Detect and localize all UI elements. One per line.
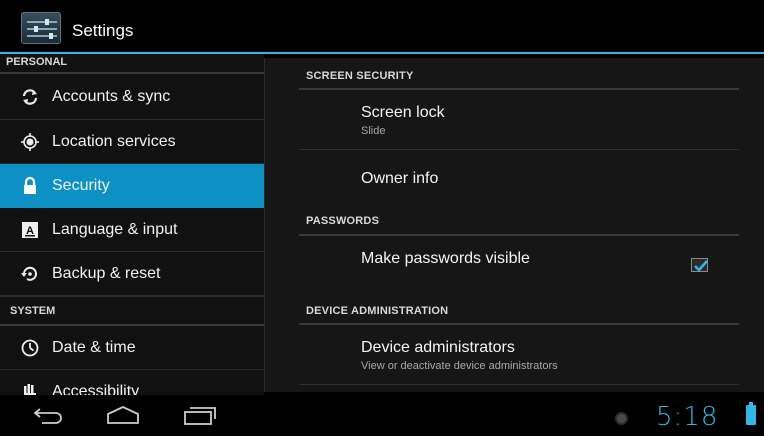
sidebar-item-accounts-sync[interactable]: Accounts & sync — [0, 74, 264, 120]
location-icon — [0, 132, 52, 152]
status-clock[interactable]: 5:18 — [656, 402, 718, 432]
sidebar-item-label: Accounts & sync — [52, 87, 171, 105]
row-divider — [299, 384, 739, 385]
sidebar-item-location-services[interactable]: Location services — [0, 120, 264, 164]
sidebar-item-label: Security — [52, 176, 110, 194]
sidebar-item-label: Date & time — [52, 338, 136, 356]
pref-summary: Slide — [361, 125, 386, 137]
home-icon[interactable] — [105, 405, 141, 430]
pref-title: Device administrators — [361, 339, 515, 356]
sidebar-item-security[interactable]: Security — [0, 164, 264, 208]
section-divider — [299, 323, 739, 325]
passwords-visible-checkbox[interactable] — [691, 258, 708, 272]
section-header-passwords: PASSWORDS — [306, 215, 380, 227]
settings-sliders-icon[interactable] — [21, 12, 61, 44]
sidebar-item-backup-reset[interactable]: Backup & reset — [0, 252, 264, 296]
pref-title: Make passwords visible — [361, 250, 530, 267]
system-navigation-bar: 5:18 — [0, 395, 764, 436]
sidebar-item-language-input[interactable]: A Language & input — [0, 208, 264, 252]
sidebar-item-label: Accessibility — [52, 382, 140, 396]
section-divider — [299, 88, 739, 90]
keyboard-a-icon: A — [0, 221, 52, 239]
settings-headers-list[interactable]: PERSONAL Accounts & sync Location servic… — [0, 54, 264, 395]
notification-dot-icon[interactable] — [615, 412, 628, 425]
back-icon[interactable] — [32, 405, 66, 430]
sync-icon — [0, 87, 52, 107]
section-divider — [299, 234, 739, 236]
security-preferences-panel[interactable]: SCREEN SECURITY Screen lock Slide Owner … — [264, 58, 764, 392]
sidebar-item-label: Location services — [52, 132, 176, 150]
sidebar-item-label: Language & input — [52, 220, 178, 238]
row-divider — [299, 149, 739, 150]
action-bar: Settings — [0, 0, 764, 54]
hand-icon — [0, 382, 52, 395]
section-header-screen-security: SCREEN SECURITY — [306, 70, 414, 82]
sidebar-item-date-time[interactable]: Date & time — [0, 326, 264, 370]
section-header-device-administration: DEVICE ADMINISTRATION — [306, 305, 449, 317]
recent-apps-icon[interactable] — [182, 405, 218, 430]
battery-icon[interactable] — [746, 402, 756, 425]
pref-summary: View or deactivate device administrators — [361, 360, 558, 372]
category-header-personal: PERSONAL — [0, 54, 264, 74]
app-title: Settings — [72, 21, 134, 40]
checkmark-icon — [694, 260, 708, 272]
category-header-system: SYSTEM — [0, 296, 264, 326]
sidebar-item-accessibility[interactable]: Accessibility — [0, 370, 264, 395]
backup-icon — [0, 264, 52, 284]
pref-title: Screen lock — [361, 104, 445, 121]
lock-icon — [0, 176, 52, 196]
clock-icon — [0, 338, 52, 358]
sidebar-item-label: Backup & reset — [52, 264, 161, 282]
pref-title: Owner info — [361, 170, 439, 187]
